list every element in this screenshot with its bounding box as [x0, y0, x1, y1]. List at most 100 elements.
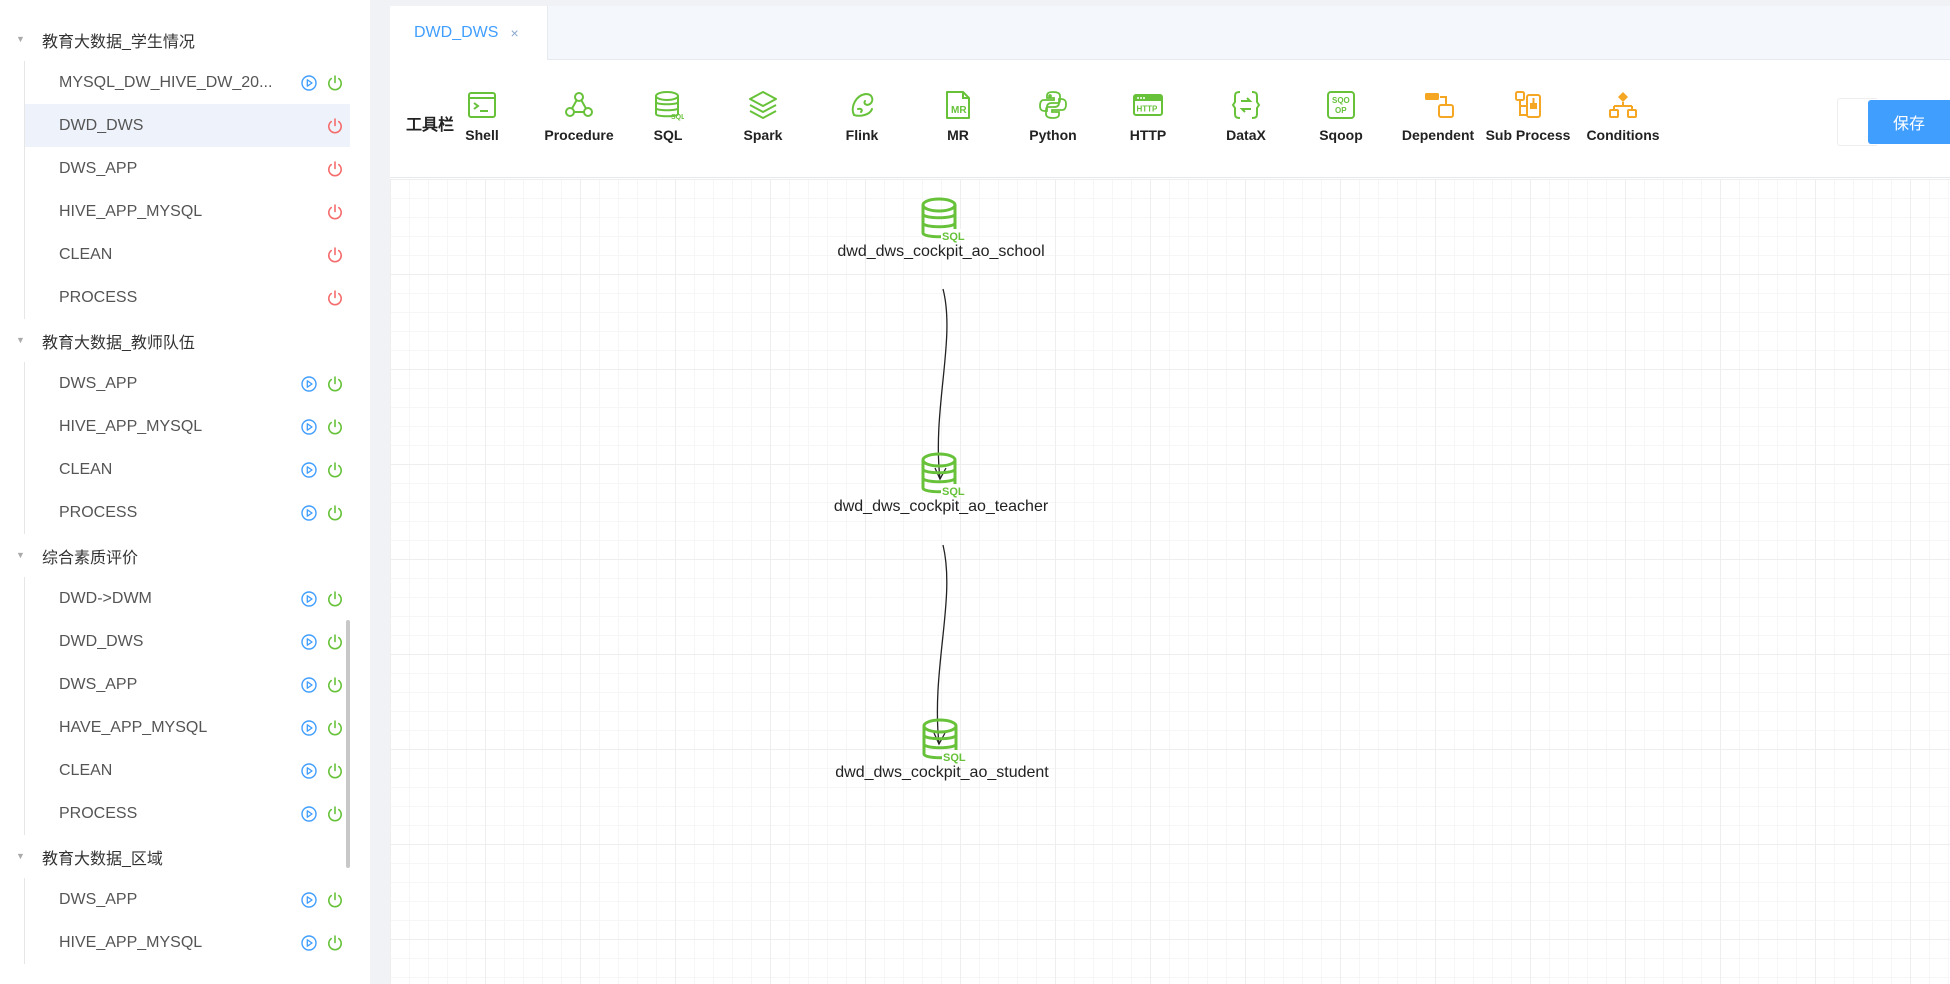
power-icon[interactable] [326, 418, 344, 436]
tree-item-actions [300, 620, 344, 663]
tab-dwd-dws[interactable]: DWD_DWS × [390, 6, 548, 60]
power-icon[interactable] [326, 375, 344, 393]
tree-group[interactable]: ▼ 综合素质评价 [0, 534, 350, 577]
python-icon [1005, 89, 1101, 121]
http-icon: HTTP [1100, 89, 1196, 121]
power-icon[interactable] [326, 719, 344, 737]
tree-item[interactable]: DWS_APP [25, 362, 350, 405]
tree-item[interactable]: PROCESS [25, 276, 350, 319]
tree-group[interactable]: ▼ 教育大数据_学生情况 [0, 18, 350, 61]
power-icon[interactable] [326, 891, 344, 909]
run-icon[interactable] [300, 74, 318, 92]
dag-node[interactable]: SQL dwd_dws_cockpit_ao_student [812, 716, 1072, 782]
dag-canvas[interactable]: SQL dwd_dws_cockpit_ao_school SQL dwd_dws_c… [390, 179, 1950, 984]
caret-down-icon[interactable]: ▼ [16, 851, 28, 861]
power-icon[interactable] [326, 117, 344, 135]
toolbar: 工具栏 保存 Shell Procedure SQL SQL Spark Flink MR M… [390, 60, 1950, 178]
power-icon[interactable] [326, 246, 344, 264]
tool-label: SQL [653, 127, 683, 143]
tree-item[interactable]: DWS_APP [25, 663, 350, 706]
power-icon[interactable] [326, 633, 344, 651]
tree-item[interactable]: HIVE_APP_MYSQL [25, 405, 350, 448]
dag-node[interactable]: SQL dwd_dws_cockpit_ao_school [811, 195, 1071, 261]
run-icon[interactable] [300, 461, 318, 479]
caret-down-icon[interactable]: ▼ [16, 34, 28, 44]
sqoop-icon: SQO OP [1293, 89, 1389, 121]
tool-shell[interactable]: Shell [434, 89, 530, 143]
tree-item[interactable]: DWD->DWM [25, 577, 350, 620]
run-icon[interactable] [300, 418, 318, 436]
tree-item[interactable]: CLEAN [25, 749, 350, 792]
tool-spark[interactable]: Spark [715, 89, 811, 143]
run-icon[interactable] [300, 590, 318, 608]
tree-item[interactable]: HIVE_APP_MYSQL [25, 190, 350, 233]
tool-sqoop[interactable]: SQO OP Sqoop [1293, 89, 1389, 143]
tree-group-label: 教育大数据_学生情况 [42, 33, 195, 51]
tree-item-actions [326, 104, 344, 147]
tree-item[interactable]: DWS_APP [25, 878, 350, 921]
run-icon[interactable] [300, 633, 318, 651]
power-icon[interactable] [326, 934, 344, 952]
power-icon[interactable] [326, 805, 344, 823]
tool-conditions[interactable]: Conditions [1575, 89, 1671, 143]
svg-text:HTTP: HTTP [1137, 105, 1159, 114]
dag-node[interactable]: SQL dwd_dws_cockpit_ao_teacher [811, 450, 1071, 516]
tree-item-actions [300, 405, 344, 448]
run-icon[interactable] [300, 762, 318, 780]
tree-item[interactable]: MYSQL_DW_HIVE_DW_20... [25, 61, 350, 104]
tree-group-children: DWD->DWM DWD_DWS DWS_APP HAVE_APP_MYSQL CLEA… [24, 577, 350, 835]
tree-item-label: DWS_APP [59, 159, 138, 177]
save-button[interactable]: 保存 [1868, 100, 1950, 144]
run-icon[interactable] [300, 934, 318, 952]
tool-mr[interactable]: MR MR [910, 89, 1006, 143]
tree-item[interactable]: DWD_DWS [25, 620, 350, 663]
power-icon[interactable] [326, 74, 344, 92]
run-icon[interactable] [300, 891, 318, 909]
power-icon[interactable] [326, 504, 344, 522]
tree-item[interactable]: HIVE_APP_MYSQL [25, 921, 350, 964]
tool-flink[interactable]: Flink [814, 89, 910, 143]
run-icon[interactable] [300, 504, 318, 522]
power-icon[interactable] [326, 203, 344, 221]
tree-group-children: DWS_APP HIVE_APP_MYSQL CLEAN PROCESS [24, 362, 350, 534]
tree-item-label: PROCESS [59, 288, 138, 306]
power-icon[interactable] [326, 762, 344, 780]
tree-item[interactable]: PROCESS [25, 792, 350, 835]
tree-item[interactable]: DWD_DWS [25, 104, 350, 147]
caret-down-icon[interactable]: ▼ [16, 550, 28, 560]
run-icon[interactable] [300, 375, 318, 393]
run-icon[interactable] [300, 805, 318, 823]
sidebar-scrollbar[interactable] [346, 620, 350, 868]
tree-item[interactable]: HAVE_APP_MYSQL [25, 706, 350, 749]
tree-item-actions [326, 233, 344, 276]
power-icon[interactable] [326, 461, 344, 479]
tree-group-children: MYSQL_DW_HIVE_DW_20... DWD_DWS DWS_APP HIVE… [24, 61, 350, 319]
tool-sub-process[interactable]: Sub Process [1480, 89, 1576, 143]
tool-dependent[interactable]: Dependent [1390, 89, 1486, 143]
tree-item[interactable]: PROCESS [25, 491, 350, 534]
tree-group[interactable]: ▼ 教育大数据_区域 [0, 835, 350, 878]
tool-datax[interactable]: DataX [1198, 89, 1294, 143]
tree-item[interactable]: CLEAN [25, 233, 350, 276]
tool-sql[interactable]: SQL SQL [620, 89, 716, 143]
sql-node-icon: SQL [811, 450, 1071, 498]
caret-down-icon[interactable]: ▼ [16, 335, 28, 345]
power-icon[interactable] [326, 590, 344, 608]
dag-node-label: dwd_dws_cockpit_ao_school [837, 243, 1045, 260]
tree-item-actions [300, 491, 344, 534]
tool-http[interactable]: HTTP HTTP [1100, 89, 1196, 143]
tree-item[interactable]: CLEAN [25, 448, 350, 491]
run-icon[interactable] [300, 719, 318, 737]
run-icon[interactable] [300, 676, 318, 694]
tool-procedure[interactable]: Procedure [531, 89, 627, 143]
tool-label: Procedure [544, 127, 614, 143]
tool-python[interactable]: Python [1005, 89, 1101, 143]
power-icon[interactable] [326, 676, 344, 694]
power-icon[interactable] [326, 160, 344, 178]
tree-group[interactable]: ▼ 教育大数据_教师队伍 [0, 319, 350, 362]
workflow-tree: ▼ 教育大数据_学生情况 MYSQL_DW_HIVE_DW_20... DWD_DWS… [0, 18, 350, 964]
tree-item[interactable]: DWS_APP [25, 147, 350, 190]
close-icon[interactable]: × [510, 25, 518, 41]
power-icon[interactable] [326, 289, 344, 307]
tool-label: Python [1029, 127, 1077, 143]
